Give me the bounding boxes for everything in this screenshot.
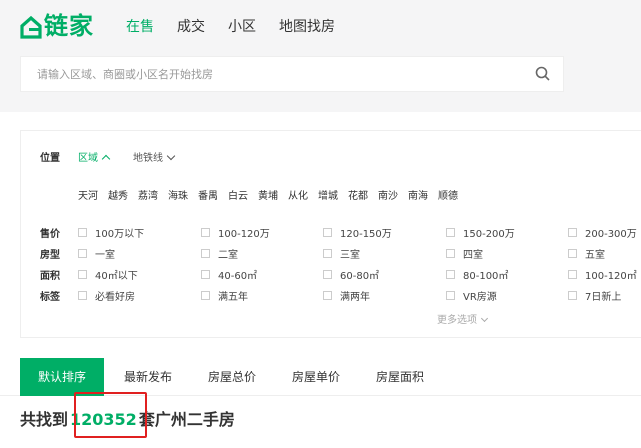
- checkbox[interactable]: [78, 228, 87, 237]
- filter-option[interactable]: 150-200万: [446, 225, 515, 240]
- main-nav: 在售 成交 小区 地图找房: [126, 17, 358, 37]
- checkbox[interactable]: [446, 270, 455, 279]
- checkbox[interactable]: [323, 270, 332, 279]
- logo[interactable]: 链家: [20, 11, 94, 41]
- filter-option[interactable]: 必看好房: [78, 288, 135, 303]
- district-item[interactable]: 增城: [318, 187, 338, 202]
- nav-item-sold[interactable]: 成交: [177, 17, 205, 37]
- filter-option[interactable]: 四室: [446, 246, 483, 261]
- checkbox[interactable]: [323, 228, 332, 237]
- filter-panel: 位置 区域 地铁线 天河 越秀 荔湾 海珠 番禺 白云 黄埔 从化 增城 花都 …: [20, 130, 641, 338]
- district-item[interactable]: 从化: [288, 187, 308, 202]
- district-item[interactable]: 越秀: [108, 187, 128, 202]
- filter-option[interactable]: 五室: [568, 246, 605, 261]
- sort-bar: 默认排序 最新发布 房屋总价 房屋单价 房屋面积: [0, 358, 641, 396]
- tags-label: 标签: [40, 292, 60, 303]
- house-logo-icon: [20, 15, 42, 39]
- sort-tab-area[interactable]: 房屋面积: [376, 358, 424, 396]
- filter-option[interactable]: 满两年: [323, 288, 370, 303]
- filter-option[interactable]: 40㎡以下: [78, 267, 138, 282]
- header: 链家 在售 成交 小区 地图找房: [0, 0, 641, 112]
- checkbox[interactable]: [568, 270, 577, 279]
- district-item[interactable]: 番禺: [198, 187, 218, 202]
- more-options-toggle[interactable]: 更多选项: [437, 311, 489, 326]
- search-icon[interactable]: [535, 66, 551, 82]
- checkbox[interactable]: [323, 291, 332, 300]
- nav-item-for-sale[interactable]: 在售: [126, 17, 154, 37]
- room-type-label: 房型: [40, 250, 60, 261]
- district-item[interactable]: 海珠: [168, 187, 188, 202]
- sort-tab-newest[interactable]: 最新发布: [124, 358, 172, 396]
- sort-tab-unit-price[interactable]: 房屋单价: [292, 358, 340, 396]
- search-bar: [20, 56, 564, 92]
- chevron-down-icon: [480, 314, 489, 323]
- checkbox[interactable]: [78, 249, 87, 258]
- filter-option[interactable]: 二室: [201, 246, 238, 261]
- checkbox[interactable]: [201, 228, 210, 237]
- price-label: 售价: [40, 229, 60, 240]
- checkbox[interactable]: [201, 249, 210, 258]
- checkbox[interactable]: [568, 228, 577, 237]
- district-item[interactable]: 荔湾: [138, 187, 158, 202]
- filter-option[interactable]: 40-60㎡: [201, 267, 257, 282]
- tab-district[interactable]: 区域: [78, 149, 111, 164]
- filter-option[interactable]: 200-300万: [568, 225, 637, 240]
- result-suffix: 套广州二手房: [138, 410, 235, 429]
- district-item[interactable]: 白云: [228, 187, 248, 202]
- filter-option[interactable]: 100-120万: [201, 225, 270, 240]
- nav-item-community[interactable]: 小区: [228, 17, 256, 37]
- district-item[interactable]: 南海: [408, 187, 428, 202]
- filter-option[interactable]: 120-150万: [323, 225, 392, 240]
- filter-option[interactable]: VR房源: [446, 288, 497, 303]
- checkbox[interactable]: [568, 249, 577, 258]
- sort-tab-default[interactable]: 默认排序: [20, 358, 104, 396]
- filter-option[interactable]: 三室: [323, 246, 360, 261]
- checkbox[interactable]: [446, 249, 455, 258]
- filter-option[interactable]: 满五年: [201, 288, 248, 303]
- checkbox[interactable]: [446, 291, 455, 300]
- position-label: 位置: [40, 153, 60, 164]
- nav-item-map-search[interactable]: 地图找房: [279, 17, 335, 37]
- checkbox[interactable]: [78, 291, 87, 300]
- area-label: 面积: [40, 271, 60, 282]
- filter-option[interactable]: 60-80㎡: [323, 267, 379, 282]
- checkbox[interactable]: [446, 228, 455, 237]
- checkbox[interactable]: [201, 270, 210, 279]
- district-item[interactable]: 天河: [78, 187, 98, 202]
- checkbox[interactable]: [568, 291, 577, 300]
- filter-option[interactable]: 一室: [78, 246, 115, 261]
- filter-option[interactable]: 100-120㎡: [568, 267, 637, 282]
- result-prefix: 共找到: [20, 410, 69, 429]
- filter-option[interactable]: 80-100㎡: [446, 267, 508, 282]
- checkbox[interactable]: [78, 270, 87, 279]
- checkbox[interactable]: [201, 291, 210, 300]
- highlight-box: [74, 392, 147, 438]
- brand-name: 链家: [44, 12, 94, 40]
- district-item[interactable]: 黄埔: [258, 187, 278, 202]
- search-input[interactable]: [37, 67, 517, 81]
- tab-metro-line[interactable]: 地铁线: [133, 149, 176, 164]
- sort-tab-total-price[interactable]: 房屋总价: [208, 358, 256, 396]
- chevron-down-icon: [166, 151, 176, 161]
- district-item[interactable]: 顺德: [438, 187, 458, 202]
- filter-option[interactable]: 7日新上: [568, 288, 621, 303]
- district-item[interactable]: 花都: [348, 187, 368, 202]
- district-item[interactable]: 南沙: [378, 187, 398, 202]
- filter-option[interactable]: 100万以下: [78, 225, 144, 240]
- checkbox[interactable]: [323, 249, 332, 258]
- chevron-up-icon: [101, 154, 111, 164]
- district-list: 天河 越秀 荔湾 海珠 番禺 白云 黄埔 从化 增城 花都 南沙 南海 顺德: [78, 187, 468, 202]
